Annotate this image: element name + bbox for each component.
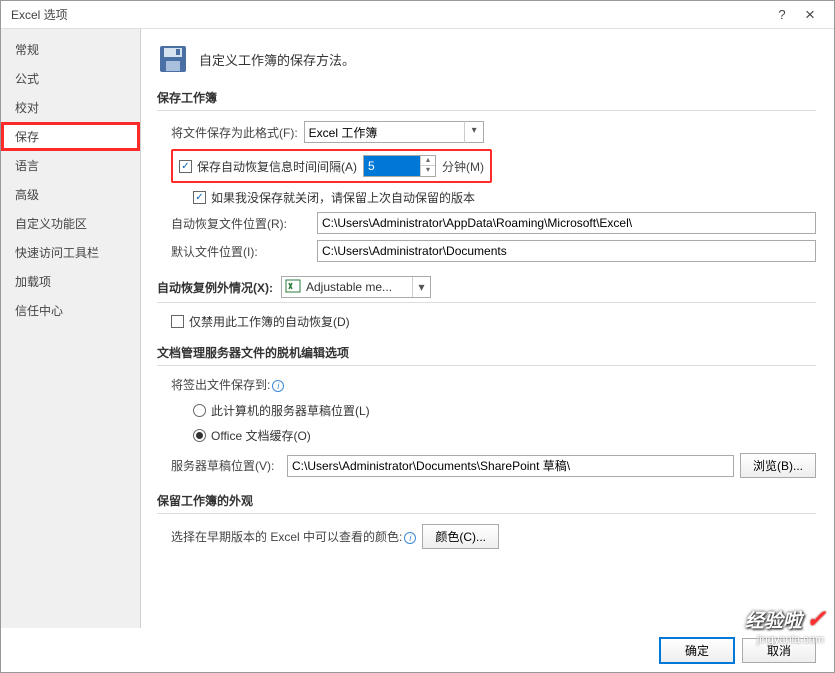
titlebar: Excel 选项 ? × xyxy=(1,1,834,29)
keep-last-label: 如果我没保存就关闭，请保留上次自动保留的版本 xyxy=(211,189,475,206)
window-title: Excel 选项 xyxy=(11,6,768,23)
info-icon[interactable] xyxy=(272,380,284,392)
info-icon[interactable] xyxy=(404,532,416,544)
nav-customize-ribbon[interactable]: 自定义功能区 xyxy=(1,209,140,238)
autorecover-loc-input[interactable] xyxy=(317,212,816,234)
radio-server-label: 此计算机的服务器草稿位置(L) xyxy=(211,402,370,419)
default-loc-input[interactable] xyxy=(317,240,816,262)
exceptions-combo[interactable]: Adjustable me... ▾ xyxy=(281,276,431,298)
header-desc: 自定义工作簿的保存方法。 xyxy=(199,50,355,69)
format-dropdown[interactable]: ▾ xyxy=(304,121,484,143)
chevron-down-icon[interactable]: ▾ xyxy=(464,121,484,143)
content-panel: 自定义工作簿的保存方法。 保存工作簿 将文件保存为此格式(F): ▾ 保存自动恢… xyxy=(141,29,834,628)
autosave-interval-input[interactable] xyxy=(364,156,420,176)
draft-loc-input[interactable] xyxy=(287,455,734,477)
nav-advanced[interactable]: 高级 xyxy=(1,180,140,209)
checkout-label: 将签出文件保存到: xyxy=(171,376,284,393)
nav-formulas[interactable]: 公式 xyxy=(1,64,140,93)
nav-proofing[interactable]: 校对 xyxy=(1,93,140,122)
ok-button[interactable]: 确定 xyxy=(660,638,734,663)
draft-loc-label: 服务器草稿位置(V): xyxy=(171,457,281,474)
nav-language[interactable]: 语言 xyxy=(1,151,140,180)
chevron-down-icon[interactable]: ▾ xyxy=(412,277,430,297)
nav-general[interactable]: 常规 xyxy=(1,35,140,64)
colors-label: 选择在早期版本的 Excel 中可以查看的颜色: xyxy=(171,528,416,545)
radio-cache-label: Office 文档缓存(O) xyxy=(211,427,311,444)
section-exceptions: 自动恢复例外情况(X): Adjustable me... ▾ xyxy=(157,276,816,303)
disable-autorecover-label: 仅禁用此工作簿的自动恢复(D) xyxy=(189,313,350,330)
help-button[interactable]: ? xyxy=(768,7,796,22)
default-loc-label: 默认文件位置(I): xyxy=(171,243,311,260)
nav-save[interactable]: 保存 xyxy=(1,122,140,151)
cancel-button[interactable]: 取消 xyxy=(742,638,816,663)
exceptions-label: 自动恢复例外情况(X): xyxy=(157,279,273,296)
excel-file-icon xyxy=(285,278,303,296)
spin-down-icon[interactable]: ▾ xyxy=(421,166,435,176)
autosave-label: 保存自动恢复信息时间间隔(A) xyxy=(197,158,357,175)
disk-icon xyxy=(157,43,189,75)
dialog-footer: 确定 取消 xyxy=(1,628,834,672)
minutes-label: 分钟(M) xyxy=(442,158,484,175)
section-appearance-title: 保留工作簿的外观 xyxy=(157,492,816,514)
format-label: 将文件保存为此格式(F): xyxy=(171,124,298,141)
nav-quick-access[interactable]: 快速访问工具栏 xyxy=(1,238,140,267)
close-button[interactable]: × xyxy=(796,5,824,25)
browse-button[interactable]: 浏览(B)... xyxy=(740,453,816,478)
section-offline-title: 文档管理服务器文件的脱机编辑选项 xyxy=(157,344,816,366)
radio-office-cache[interactable] xyxy=(193,429,206,442)
autosave-interval-spinner[interactable]: ▴ ▾ xyxy=(363,155,436,177)
autosave-highlight: 保存自动恢复信息时间间隔(A) ▴ ▾ 分钟(M) xyxy=(171,149,492,183)
section-save-workbook-title: 保存工作簿 xyxy=(157,89,816,111)
sidebar: 常规 公式 校对 保存 语言 高级 自定义功能区 快速访问工具栏 加载项 信任中… xyxy=(1,29,141,628)
nav-trust-center[interactable]: 信任中心 xyxy=(1,296,140,325)
nav-addins[interactable]: 加载项 xyxy=(1,267,140,296)
colors-button[interactable]: 颜色(C)... xyxy=(422,524,499,549)
disable-autorecover-checkbox[interactable] xyxy=(171,315,184,328)
autosave-checkbox[interactable] xyxy=(179,160,192,173)
keep-last-checkbox[interactable] xyxy=(193,191,206,204)
autorecover-loc-label: 自动恢复文件位置(R): xyxy=(171,215,311,232)
radio-server-drafts[interactable] xyxy=(193,404,206,417)
